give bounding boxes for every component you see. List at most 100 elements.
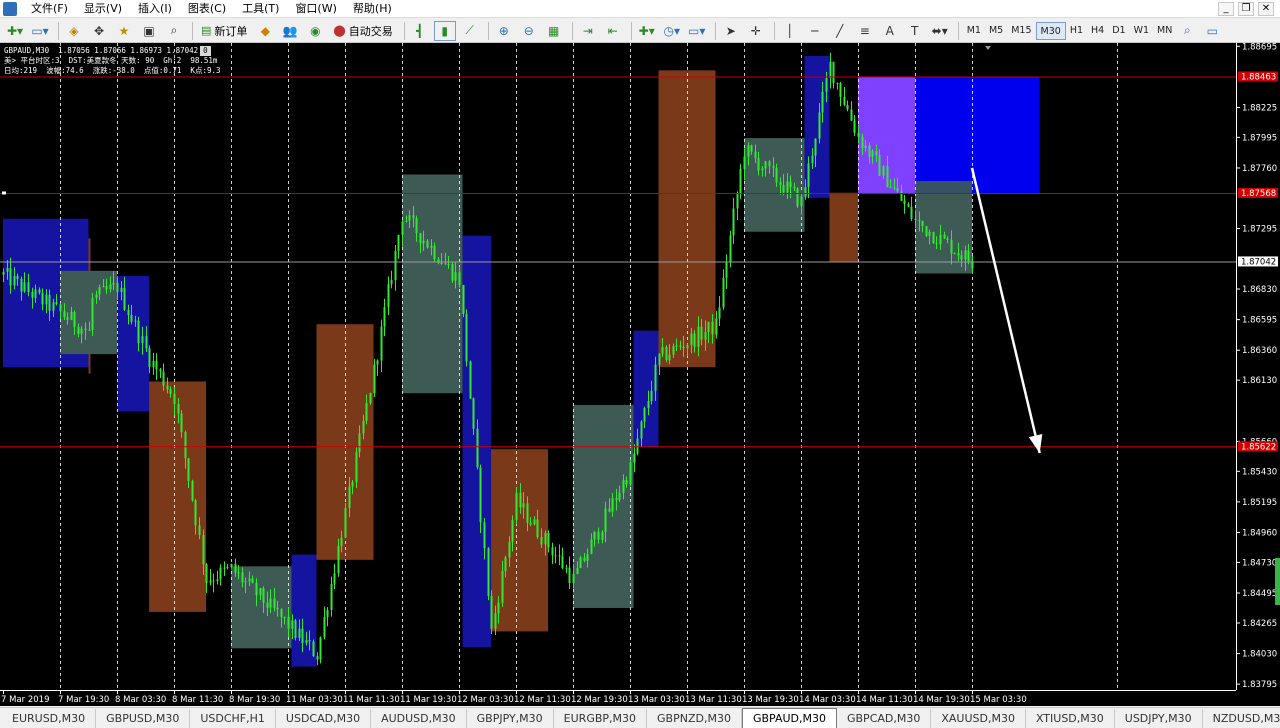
minimize-icon[interactable]: _ xyxy=(1218,2,1234,16)
timeframe-m1[interactable]: M1 xyxy=(963,22,985,40)
menu-insert[interactable]: 插入(I) xyxy=(130,0,180,18)
timeframe-m30[interactable]: M30 xyxy=(1035,21,1066,40)
close-icon[interactable]: ✕ xyxy=(1258,2,1274,16)
terminal-icon[interactable]: ▣ xyxy=(138,21,160,41)
candle-body xyxy=(273,598,276,608)
candle-body xyxy=(98,287,101,295)
menu-tools[interactable]: 工具(T) xyxy=(234,0,287,18)
periods-icon[interactable]: ◷▾ xyxy=(661,21,683,41)
candle-body xyxy=(415,218,418,234)
session-box-current xyxy=(915,180,972,274)
menu-file[interactable]: 文件(F) xyxy=(23,0,76,18)
timeframe-h1[interactable]: H1 xyxy=(1066,22,1087,40)
candle-body xyxy=(259,588,262,596)
horizontal-line-icon[interactable]: ─ xyxy=(804,21,826,41)
symbol-tab-audusd-m30[interactable]: AUDUSD,M30 xyxy=(371,709,467,728)
timeframe-h4[interactable]: H4 xyxy=(1087,22,1108,40)
indicators-icon[interactable]: ✚▾ xyxy=(636,21,658,41)
candle-body xyxy=(116,282,119,293)
strategy-tester-icon[interactable]: ⌕ xyxy=(163,21,185,41)
candle-body xyxy=(137,320,140,344)
new-order-button[interactable]: ▤ 新订单 xyxy=(197,21,251,41)
timeframe-m15[interactable]: M15 xyxy=(1007,22,1035,40)
navigator-icon[interactable]: ★ xyxy=(113,21,135,41)
symbol-tab-usdchf-h1[interactable]: USDCHF,H1 xyxy=(190,709,276,728)
symbol-tab-xauusd-m30[interactable]: XAUUSD,M30 xyxy=(931,709,1026,728)
candle-body xyxy=(960,255,963,260)
profiles-icon[interactable]: ▭▾ xyxy=(29,21,51,41)
text-label-icon[interactable]: T xyxy=(904,21,926,41)
bar-chart-icon[interactable]: ┫ xyxy=(409,21,431,41)
candle-body xyxy=(241,572,244,583)
auto-trading-label: 自动交易 xyxy=(348,24,393,38)
timeframe-d1[interactable]: D1 xyxy=(1108,22,1129,40)
symbol-tab-usdcad-m30[interactable]: USDCAD,M30 xyxy=(276,709,372,728)
channel-icon[interactable]: ≡ xyxy=(854,21,876,41)
symbol-tab-usdjpy-m30[interactable]: USDJPY,M30 xyxy=(1115,709,1203,728)
candle-body xyxy=(850,109,853,121)
cursor-icon[interactable]: ➤ xyxy=(720,21,742,41)
price-chart[interactable]: 1.88695 1.88225 1.87995 1.87760 1.87295 1.868… xyxy=(0,43,1280,706)
chart-shift-icon[interactable]: ⇤ xyxy=(602,21,624,41)
timeframe-w1[interactable]: W1 xyxy=(1130,22,1153,40)
timeframe-mn[interactable]: MN xyxy=(1153,22,1176,40)
symbol-tab-eurusd-m30[interactable]: EURUSD,M30 xyxy=(2,709,97,728)
symbol-tab-gbpjpy-m30[interactable]: GBPJPY,M30 xyxy=(467,709,554,728)
auto-trading-button[interactable]: ⬤ 自动交易 xyxy=(329,21,396,41)
zoom-out-icon[interactable]: ⊖ xyxy=(518,21,540,41)
chat-icon[interactable]: ▭ xyxy=(1201,21,1223,41)
menu-window[interactable]: 窗口(W) xyxy=(287,0,344,18)
candle-body xyxy=(401,221,404,236)
tile-windows-icon[interactable]: ▦ xyxy=(543,21,565,41)
market-icon[interactable]: ◉ xyxy=(304,21,326,41)
data-window-icon[interactable]: ✥ xyxy=(88,21,110,41)
text-tool-icon[interactable]: A xyxy=(879,21,901,41)
candle-body xyxy=(732,208,735,236)
candle-body xyxy=(330,583,333,610)
new-chart-icon[interactable]: ✚▾ xyxy=(4,21,26,41)
candle-body xyxy=(2,271,5,275)
trendline-icon[interactable]: ╱ xyxy=(829,21,851,41)
candle-body xyxy=(422,240,425,244)
restore-icon[interactable]: ❐ xyxy=(1238,2,1254,16)
price-tick-label: 1.84030 xyxy=(1242,650,1277,660)
candle-body xyxy=(394,250,397,281)
signals-icon[interactable]: 👥 xyxy=(279,21,301,41)
candle-body xyxy=(319,637,322,660)
auto-scroll-icon[interactable]: ⇥ xyxy=(577,21,599,41)
menu-help[interactable]: 帮助(H) xyxy=(345,0,400,18)
line-chart-icon[interactable]: ⟋ xyxy=(459,21,481,41)
candle-body xyxy=(487,548,490,596)
candlestick-icon[interactable]: ▮ xyxy=(433,20,456,41)
zoom-in-icon[interactable]: ⊕ xyxy=(493,21,515,41)
candle-body xyxy=(169,389,172,394)
candle-body xyxy=(365,402,368,421)
metaeditor-icon[interactable]: ◆ xyxy=(254,21,276,41)
scroll-indicator[interactable] xyxy=(1275,558,1280,605)
candle-body xyxy=(864,145,867,148)
menu-view[interactable]: 显示(V) xyxy=(76,0,130,18)
candle-body xyxy=(344,507,347,538)
menu-charts[interactable]: 图表(C) xyxy=(180,0,234,18)
symbol-tab-gbpnzd-m30[interactable]: GBPNZD,M30 xyxy=(647,709,742,728)
crosshair-icon[interactable]: ✛ xyxy=(745,21,767,41)
candle-body xyxy=(27,282,30,292)
candle-body xyxy=(70,311,73,320)
timeframe-m5[interactable]: M5 xyxy=(985,22,1007,40)
symbol-tab-nzdusd-m30[interactable]: NZDUSD,M30 xyxy=(1203,709,1280,728)
templates-icon[interactable]: ▭▾ xyxy=(686,21,708,41)
market-watch-icon[interactable]: ◈ xyxy=(63,21,85,41)
candle-body xyxy=(191,480,194,501)
session-box xyxy=(829,192,858,262)
arrow-tools-icon[interactable]: ⬌▾ xyxy=(929,21,951,41)
symbol-tab-eurgbp-m30[interactable]: EURGBP,M30 xyxy=(554,709,648,728)
symbol-tab-gbpcad-m30[interactable]: GBPCAD,M30 xyxy=(837,709,932,728)
symbol-tab-gbpaud-m30[interactable]: GBPAUD,M30 xyxy=(741,708,837,728)
chart-window[interactable]: 1.88695 1.88225 1.87995 1.87760 1.87295 1.868… xyxy=(0,43,1280,706)
search-icon[interactable]: ⌕ xyxy=(1176,21,1198,41)
symbol-tab-xtiusd-m30[interactable]: XTIUSD,M30 xyxy=(1026,709,1115,728)
time-tick-label: 13 Mar 19:30 xyxy=(742,695,799,705)
candle-body xyxy=(921,221,924,227)
symbol-tab-gbpusd-m30[interactable]: GBPUSD,M30 xyxy=(96,709,191,728)
vertical-line-icon[interactable]: │ xyxy=(779,21,801,41)
